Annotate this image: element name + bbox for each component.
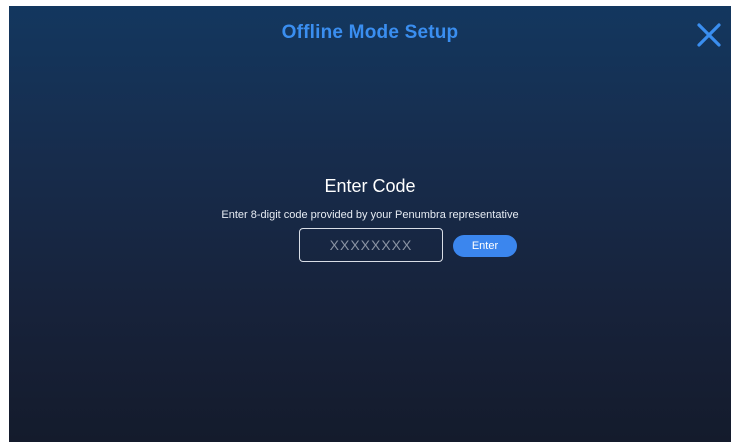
offline-setup-screen: Offline Mode Setup Enter Code Enter 8-di… bbox=[9, 6, 731, 442]
code-input[interactable] bbox=[299, 228, 443, 262]
instruction-text: Enter 8-digit code provided by your Penu… bbox=[221, 209, 519, 221]
close-button[interactable] bbox=[695, 21, 723, 49]
page-title: Offline Mode Setup bbox=[281, 22, 459, 43]
code-entry-row: Enter bbox=[9, 228, 731, 266]
enter-button[interactable]: Enter bbox=[453, 235, 517, 257]
enter-code-section: Enter Code Enter 8-digit code provided b… bbox=[9, 174, 731, 222]
enter-code-heading: Enter Code bbox=[324, 176, 416, 196]
close-icon bbox=[697, 23, 721, 47]
